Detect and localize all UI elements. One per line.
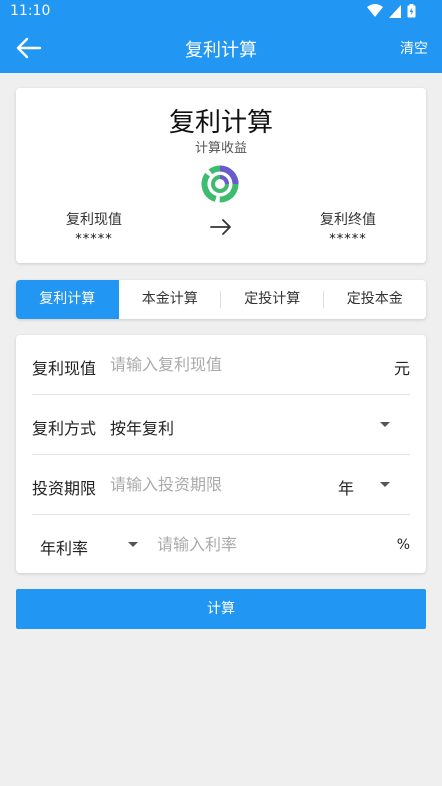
top-bar: 11:10 复利计算 清空	[0, 0, 442, 73]
status-time: 11:10	[10, 3, 51, 19]
interest-rate-row: 年利率 %	[32, 515, 410, 574]
tab-label: 定投本金	[346, 291, 403, 307]
app-bar: 复利计算 清空	[0, 24, 442, 73]
present-value-label: 复利现值	[66, 212, 122, 228]
right-arrow-icon	[210, 219, 231, 235]
wifi-icon	[367, 4, 383, 17]
present-value-input[interactable]	[110, 355, 330, 374]
present-value-row: 复利现值 元	[32, 335, 410, 395]
rate-type-select[interactable]: 年利率	[40, 535, 88, 559]
status-icons	[367, 4, 416, 18]
tab-investment-calc[interactable]: 定投计算	[221, 280, 324, 319]
investment-period-label: 投资期限	[32, 479, 97, 498]
tab-principal-calc[interactable]: 本金计算	[119, 280, 221, 319]
percent-unit: %	[396, 537, 410, 553]
future-value-amount: *****	[329, 232, 367, 247]
compound-method-row[interactable]: 复利方式 按年复利	[32, 395, 410, 455]
future-value-group: 复利终值 *****	[288, 209, 408, 247]
interest-rate-input[interactable]	[157, 535, 357, 554]
tab-investment-principal[interactable]: 定投本金	[324, 280, 427, 319]
currency-unit: 元	[393, 359, 410, 378]
summary-title: 复利计算	[168, 108, 273, 138]
present-value-group: 复利现值 *****	[34, 209, 154, 247]
status-bar: 11:10	[0, 0, 442, 24]
tab-bar: 复利计算 本金计算 定投计算 定投本金	[16, 280, 426, 319]
tab-label: 复利计算	[39, 291, 96, 307]
signal-icon	[389, 4, 401, 18]
present-value-amount: *****	[75, 232, 113, 247]
tab-label: 本金计算	[141, 291, 198, 307]
investment-period-row: 投资期限 年	[32, 455, 410, 515]
battery-icon	[407, 4, 416, 18]
tab-compound-calc[interactable]: 复利计算	[16, 280, 119, 319]
compound-method-select[interactable]: 按年复利	[110, 415, 174, 439]
future-value-label: 复利终值	[320, 212, 376, 228]
period-unit-select[interactable]: 年	[338, 475, 354, 499]
tab-label: 定投计算	[244, 291, 301, 307]
calculate-button[interactable]: 计算	[16, 589, 426, 629]
clear-button[interactable]: 清空	[400, 38, 428, 58]
app-logo-icon	[201, 165, 239, 203]
compound-method-label: 复利方式	[32, 419, 97, 438]
dropdown-caret-icon[interactable]	[128, 542, 138, 547]
summary-card: 复利计算 计算收益 复利现值 ***** 复利终值 *****	[16, 88, 426, 263]
dropdown-caret-icon[interactable]	[380, 482, 390, 487]
present-value-field-label: 复利现值	[32, 359, 97, 378]
investment-period-input[interactable]	[110, 475, 310, 494]
summary-subtitle: 计算收益	[194, 141, 247, 156]
app-title: 复利计算	[185, 40, 257, 61]
dropdown-caret-icon[interactable]	[380, 422, 390, 427]
input-form: 复利现值 元 复利方式 按年复利 投资期限 年 年利率 %	[16, 335, 426, 573]
